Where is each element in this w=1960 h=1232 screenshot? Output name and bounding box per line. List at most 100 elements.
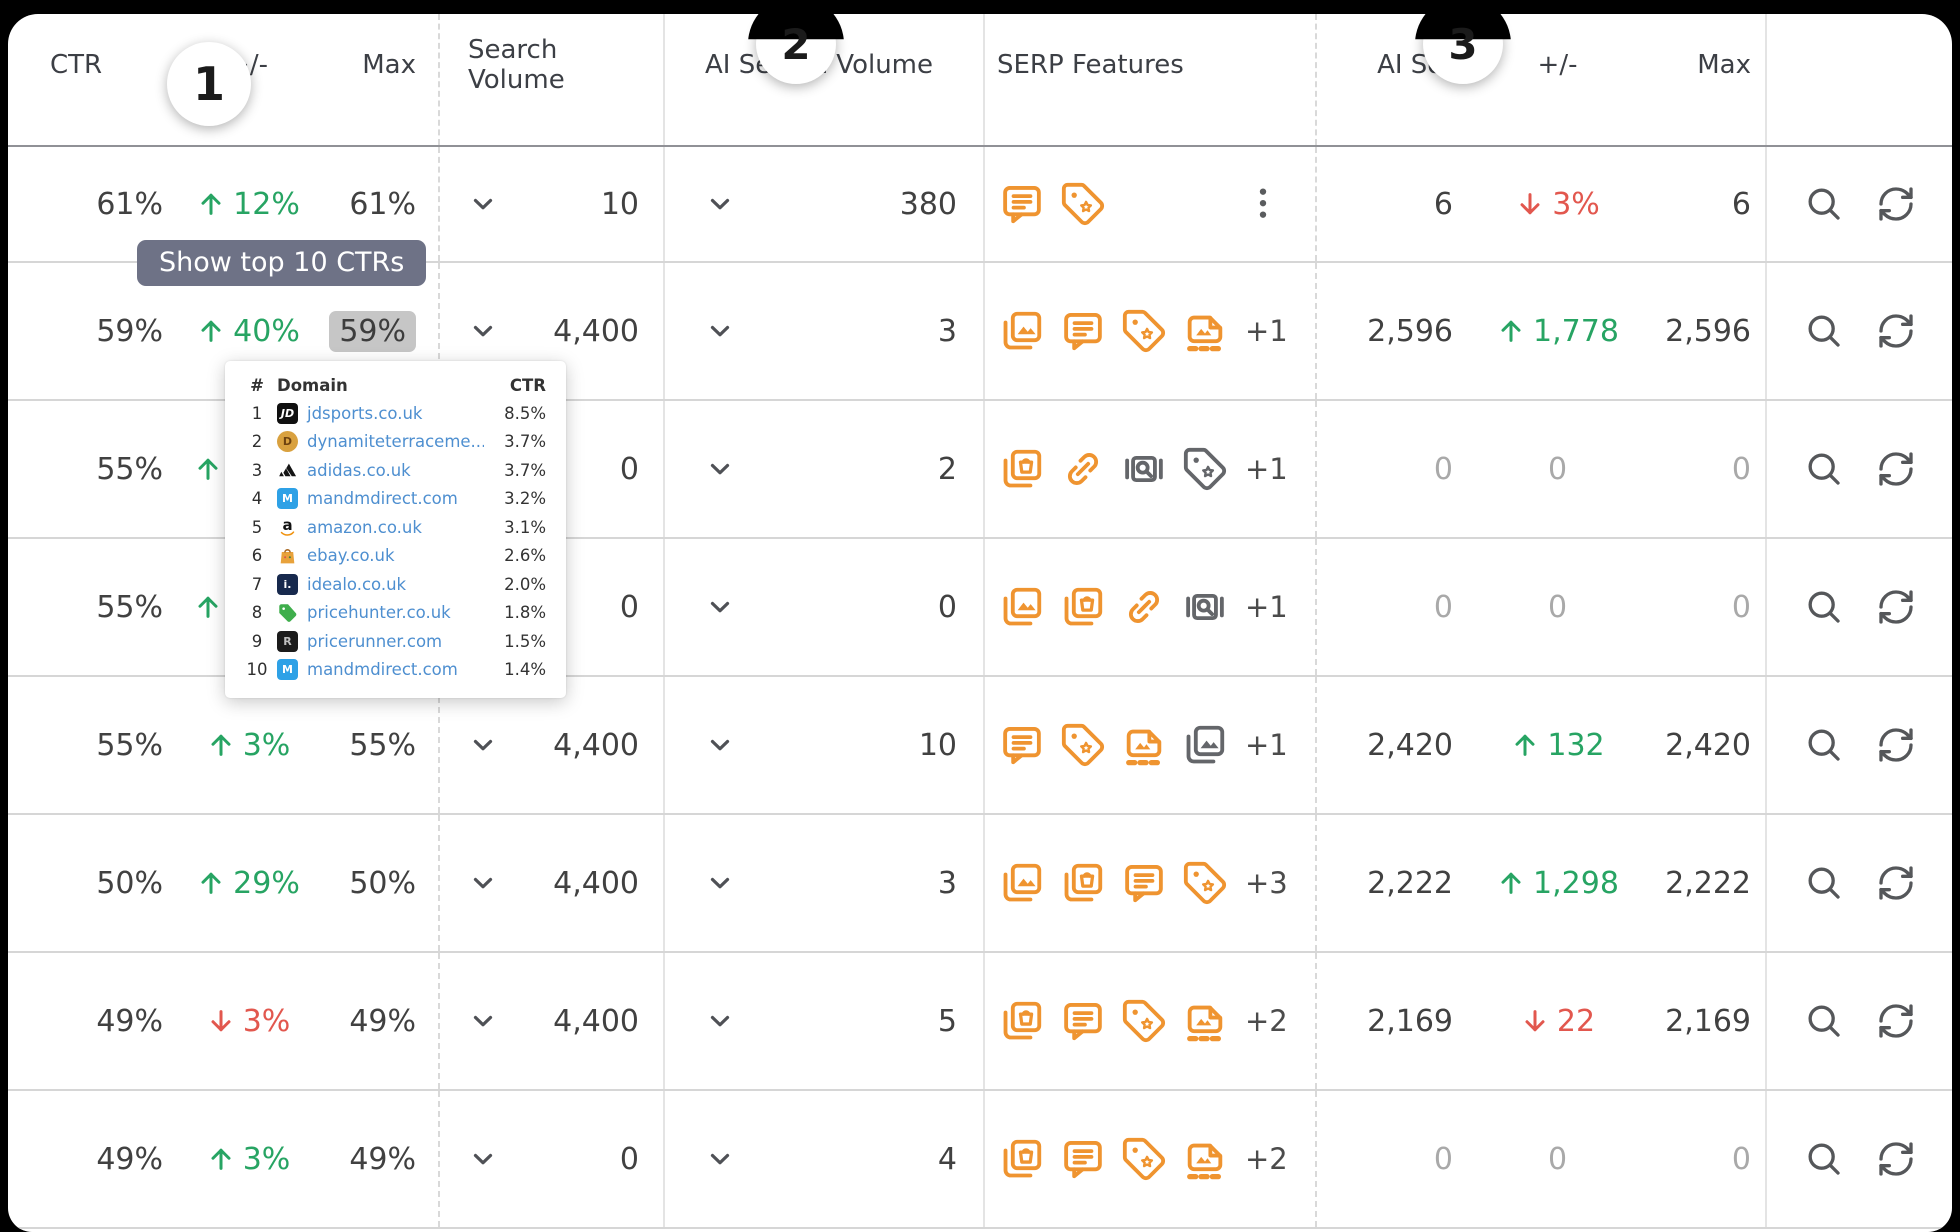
- popup-domain-text[interactable]: mandmdirect.com: [307, 660, 458, 679]
- serp-feature-image-pack-icon[interactable]: [999, 308, 1045, 354]
- serp-feature-image-pack-icon[interactable]: [999, 860, 1045, 906]
- popup-domain-text[interactable]: pricehunter.co.uk: [307, 603, 451, 622]
- column-header-ctr-max[interactable]: Max: [323, 14, 438, 145]
- serp-feature-product-tag-icon[interactable]: [1182, 446, 1228, 492]
- serp-feature-shopping-pack-icon[interactable]: [1060, 584, 1106, 630]
- popup-domain-link[interactable]: pricehunter.co.uk: [277, 602, 484, 623]
- serp-feature-image-pack-icon[interactable]: [1182, 722, 1228, 768]
- serp-feature-product-tag-icon[interactable]: [1060, 722, 1106, 768]
- serp-feature-shopping-pack-icon[interactable]: [999, 998, 1045, 1044]
- serp-features-more[interactable]: +2: [1243, 1004, 1288, 1038]
- popup-domain-link[interactable]: adidas.co.uk: [277, 460, 484, 481]
- serp-feature-image-pack-icon[interactable]: [999, 584, 1045, 630]
- chevron-down-icon[interactable]: [468, 1144, 498, 1174]
- refresh-icon[interactable]: [1876, 863, 1916, 903]
- column-header-ctr[interactable]: CTR: [8, 14, 173, 145]
- ctr-max-value-highlighted[interactable]: 59%: [329, 311, 416, 352]
- serp-feature-reviews-icon[interactable]: [1060, 308, 1106, 354]
- serp-features-more[interactable]: +1: [1243, 590, 1288, 624]
- serp-feature-product-tag-icon[interactable]: [1121, 998, 1167, 1044]
- popup-domain-text[interactable]: dynamiteterraceme...: [307, 432, 484, 451]
- serp-feature-shopping-pack-icon[interactable]: [1060, 860, 1106, 906]
- serp-feature-product-tag-icon[interactable]: [1121, 308, 1167, 354]
- serp-feature-image-search-icon[interactable]: [1182, 584, 1228, 630]
- chevron-down-icon[interactable]: [468, 868, 498, 898]
- popup-domain-link[interactable]: aamazon.co.uk: [277, 517, 484, 538]
- chevron-down-icon[interactable]: [468, 1006, 498, 1036]
- column-header-ai-sov-max[interactable]: Max: [1650, 14, 1765, 145]
- serp-feature-image-search-icon[interactable]: [1121, 446, 1167, 492]
- serp-feature-thumbnail-icon[interactable]: [1182, 998, 1228, 1044]
- chevron-down-icon[interactable]: [705, 868, 735, 898]
- popup-domain-link[interactable]: JDjdsports.co.uk: [277, 403, 484, 424]
- search-icon[interactable]: [1804, 184, 1844, 224]
- serp-feature-reviews-icon[interactable]: [999, 722, 1045, 768]
- serp-feature-reviews-icon[interactable]: [1060, 998, 1106, 1044]
- arrow-down-icon: [1515, 189, 1545, 219]
- serp-feature-thumbnail-icon[interactable]: [1121, 722, 1167, 768]
- kebab-menu-icon[interactable]: [1243, 184, 1283, 224]
- search-icon[interactable]: [1804, 587, 1844, 627]
- popup-domain-text[interactable]: ebay.co.uk: [307, 546, 395, 565]
- popup-domain-text[interactable]: adidas.co.uk: [307, 461, 411, 480]
- chevron-down-icon[interactable]: [468, 189, 498, 219]
- popup-domain-text[interactable]: mandmdirect.com: [307, 489, 458, 508]
- serp-feature-shopping-pack-icon[interactable]: [999, 446, 1045, 492]
- chevron-down-icon[interactable]: [705, 316, 735, 346]
- serp-features-more[interactable]: +2: [1243, 1142, 1288, 1176]
- chevron-down-icon[interactable]: [468, 730, 498, 760]
- serp-feature-reviews-icon[interactable]: [1060, 1136, 1106, 1182]
- chevron-down-icon[interactable]: [705, 592, 735, 622]
- search-icon[interactable]: [1804, 1001, 1844, 1041]
- popup-domain-text[interactable]: amazon.co.uk: [307, 518, 422, 537]
- serp-feature-product-tag-icon[interactable]: [1182, 860, 1228, 906]
- chevron-down-icon[interactable]: [705, 1144, 735, 1174]
- chevron-down-icon[interactable]: [705, 1006, 735, 1036]
- popup-domain-text[interactable]: idealo.co.uk: [307, 575, 406, 594]
- ai-sov-change-value: 0: [1548, 452, 1567, 487]
- popup-domain-text[interactable]: jdsports.co.uk: [307, 404, 422, 423]
- popup-domain-link[interactable]: ebay.co.uk: [277, 545, 484, 566]
- refresh-icon[interactable]: [1876, 449, 1916, 489]
- popup-domain-link[interactable]: Mmandmdirect.com: [277, 488, 484, 509]
- popup-domain-text[interactable]: pricerunner.com: [307, 632, 442, 651]
- popup-domain-link[interactable]: i.idealo.co.uk: [277, 574, 484, 595]
- serp-features-more[interactable]: +1: [1243, 728, 1288, 762]
- refresh-icon[interactable]: [1876, 184, 1916, 224]
- chevron-down-icon[interactable]: [705, 730, 735, 760]
- row-actions-cell: [1765, 539, 1952, 675]
- popup-ctr-value: 1.8%: [484, 603, 546, 622]
- column-header-serp-features[interactable]: SERP Features: [983, 14, 1315, 145]
- serp-feature-thumbnail-icon[interactable]: [1182, 308, 1228, 354]
- refresh-icon[interactable]: [1876, 311, 1916, 351]
- serp-feature-thumbnail-icon[interactable]: [1182, 1136, 1228, 1182]
- refresh-icon[interactable]: [1876, 1139, 1916, 1179]
- chevron-down-icon[interactable]: [705, 189, 735, 219]
- serp-feature-product-tag-icon[interactable]: [1121, 1136, 1167, 1182]
- serp-features-more[interactable]: +1: [1243, 452, 1288, 486]
- refresh-icon[interactable]: [1876, 1001, 1916, 1041]
- serp-features-more[interactable]: +3: [1243, 866, 1288, 900]
- column-header-search-volume[interactable]: Search Volume: [438, 14, 663, 145]
- popup-domain-link[interactable]: Mmandmdirect.com: [277, 659, 484, 680]
- search-icon[interactable]: [1804, 725, 1844, 765]
- serp-feature-product-tag-icon[interactable]: [1060, 181, 1106, 227]
- search-icon[interactable]: [1804, 311, 1844, 351]
- serp-feature-sitelinks-icon[interactable]: [1121, 584, 1167, 630]
- serp-feature-reviews-icon[interactable]: [999, 181, 1045, 227]
- search-icon[interactable]: [1804, 449, 1844, 489]
- refresh-icon[interactable]: [1876, 725, 1916, 765]
- serp-feature-sitelinks-icon[interactable]: [1060, 446, 1106, 492]
- serp-feature-reviews-icon[interactable]: [1121, 860, 1167, 906]
- ai-sov-max-value: 0: [1732, 1142, 1751, 1177]
- serp-feature-shopping-pack-icon[interactable]: [999, 1136, 1045, 1182]
- refresh-icon[interactable]: [1876, 587, 1916, 627]
- chevron-down-icon[interactable]: [468, 316, 498, 346]
- search-icon[interactable]: [1804, 1139, 1844, 1179]
- serp-features-more[interactable]: +1: [1243, 314, 1288, 348]
- chevron-down-icon[interactable]: [705, 454, 735, 484]
- popup-domain-link[interactable]: Ddynamiteterraceme...: [277, 431, 484, 452]
- popup-domain-link[interactable]: Rpricerunner.com: [277, 631, 484, 652]
- search-icon[interactable]: [1804, 863, 1844, 903]
- ctr-value: 55%: [96, 728, 163, 763]
